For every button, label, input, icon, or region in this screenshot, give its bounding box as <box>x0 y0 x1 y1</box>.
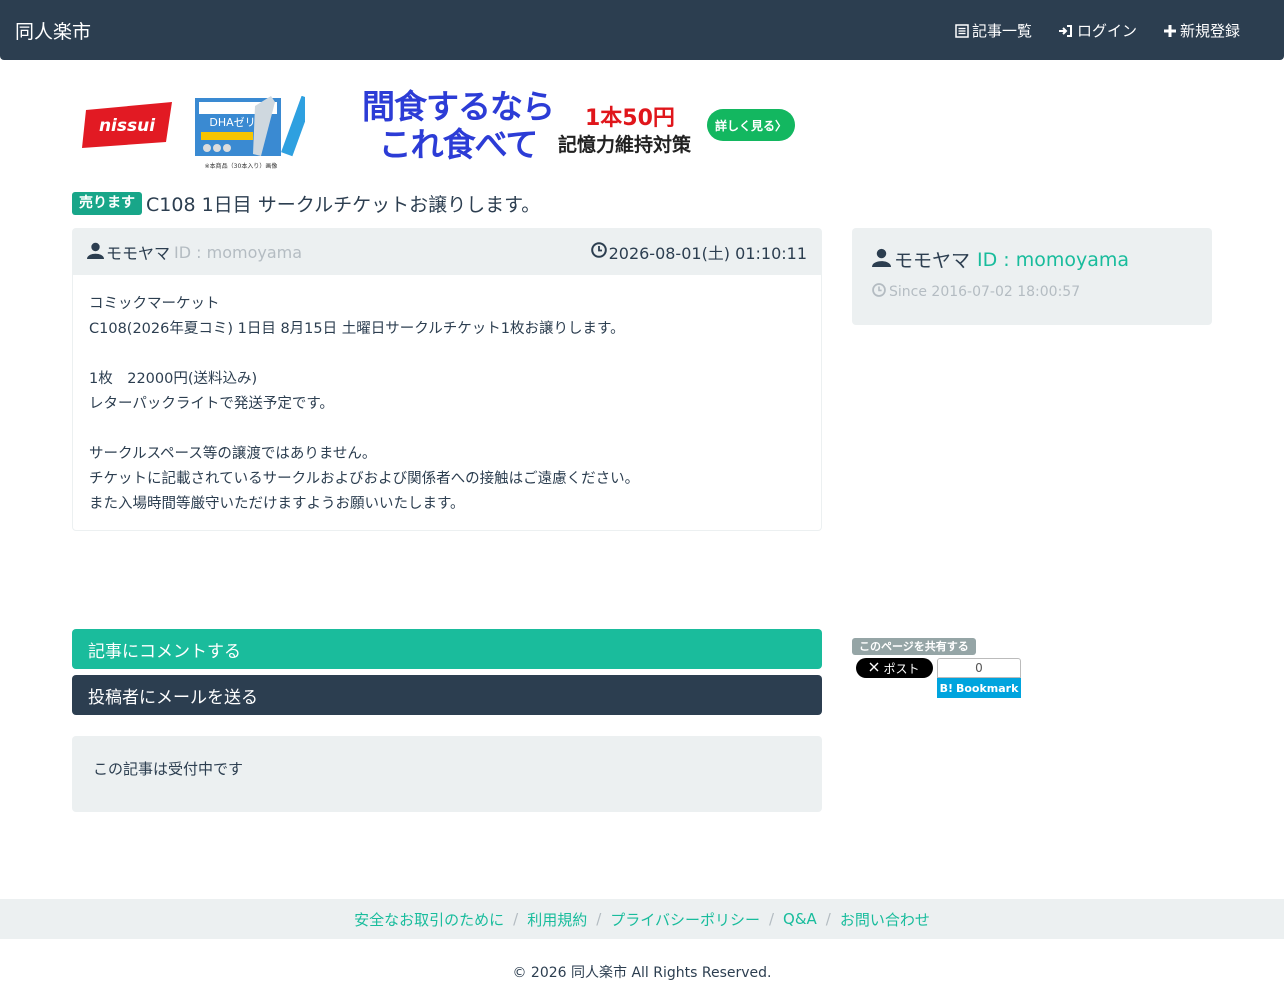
author-profile-card: モモヤマ ID : momoyama Since 2016-07-02 18:0… <box>852 228 1212 325</box>
post-timestamp-text: 2026-08-01(土) 01:10:11 <box>608 244 807 263</box>
post-body-line: コミックマーケット <box>89 296 220 312</box>
hatena-bookmark-button[interactable]: B! Bookmark <box>937 678 1021 698</box>
nissui-logo: nissui <box>80 96 178 152</box>
footer-separator: / <box>596 910 602 928</box>
product-image-note: ※本商品（30本入り）画像 <box>205 162 278 170</box>
hatena-bookmark-widget[interactable]: 0 B! Bookmark <box>937 658 1021 698</box>
post-author-id: ID : momoyama <box>174 242 303 262</box>
x-post-label: ポスト <box>883 661 920 676</box>
mail-author-button[interactable]: 投稿者にメールを送る <box>72 675 822 715</box>
copyright: © 2026 同人楽市 All Rights Reserved. <box>512 965 772 981</box>
post-status: この記事は受付中です <box>72 736 822 812</box>
share-label: このページを共有する <box>852 638 976 655</box>
ad-headline-line2: これ食べて <box>378 125 539 164</box>
post-body-line: サークルスペース等の譲渡ではありません。 <box>89 446 377 462</box>
nav-login[interactable]: ログイン <box>1058 20 1137 41</box>
profile-since-text: Since 2016-07-02 18:00:57 <box>889 284 1081 300</box>
footer-separator: / <box>825 910 831 928</box>
post-body-line: チケットに記載されているサークルおよびおよび関係者への接触はご遠慮ください。 <box>89 471 640 487</box>
profile-id: ID : momoyama <box>977 248 1130 271</box>
post-timestamp: 2026-08-01(土) 01:10:11 <box>590 240 807 264</box>
post-status-text: この記事は受付中です <box>93 760 244 778</box>
footer-separator: / <box>513 910 519 928</box>
hatena-count: 0 <box>937 658 1021 678</box>
footer-link-safety[interactable]: 安全なお取引のために <box>354 909 504 930</box>
nav-links: 記事一覧 ログイン 新規登録 <box>955 20 1240 41</box>
post-title-row: 売ります C108 1日目 サークルチケットお譲りします。 <box>72 190 540 217</box>
hatena-bookmark-label: Bookmark <box>955 681 1019 695</box>
clock-icon <box>872 283 886 301</box>
post-panel-header: モモヤマ ID : momoyama 2026-08-01(土) 01:10:1… <box>73 229 821 275</box>
profile-since: Since 2016-07-02 18:00:57 <box>872 283 1192 301</box>
post-author: モモヤマ ID : momoyama <box>87 240 302 264</box>
post-body-line: 1枚 22000円(送料込み) <box>89 371 258 387</box>
x-logo-icon <box>869 661 879 675</box>
nav-register-label: 新規登録 <box>1179 22 1240 40</box>
clock-icon <box>590 242 607 262</box>
ad-headline-line1: 間食するなら <box>362 87 555 126</box>
ad-tagline: 記憶力維持対策 <box>558 134 692 156</box>
profile-name[interactable]: モモヤマ <box>894 246 970 273</box>
ad-banner[interactable]: nissui DHAゼリー ※本商品（30本入り）画像 間食するなら これ食べて… <box>80 88 800 170</box>
hatena-b-icon: B! <box>939 681 953 695</box>
post-body-line: C108(2026年夏コミ) 1日目 8月15日 土曜日サークルチケット1枚お譲… <box>89 321 625 337</box>
x-post-button[interactable]: ポスト <box>856 658 933 678</box>
post-body-line: レターパックライトで発送予定です。 <box>89 396 334 412</box>
nav-register[interactable]: 新規登録 <box>1163 20 1240 41</box>
footer-link-contact[interactable]: お問い合わせ <box>840 909 930 930</box>
footer-links: 安全なお取引のために / 利用規約 / プライバシーポリシー / Q&A / お… <box>0 899 1284 939</box>
post-title: C108 1日目 サークルチケットお譲りします。 <box>146 194 541 216</box>
ad-details-button[interactable]: 詳しく見る〉 <box>707 109 795 141</box>
sell-badge: 売ります <box>72 192 142 215</box>
login-icon <box>1058 24 1074 38</box>
profile-name-row: モモヤマ ID : momoyama <box>872 246 1192 273</box>
top-navbar: 同人楽市 記事一覧 ログイン 新規登録 <box>0 0 1284 60</box>
user-icon <box>872 248 891 272</box>
product-image: DHAゼリー ※本商品（30本入り）画像 <box>195 95 313 170</box>
nav-article-list[interactable]: 記事一覧 <box>955 20 1032 41</box>
post-body-line: また入場時間等厳守いただけますようお願いいたします。 <box>89 496 465 512</box>
post-author-name[interactable]: モモヤマ <box>106 240 170 264</box>
post-panel: モモヤマ ID : momoyama 2026-08-01(土) 01:10:1… <box>72 228 822 531</box>
comment-button[interactable]: 記事にコメントする <box>72 629 822 669</box>
ad-headline: 間食するなら これ食べて <box>358 88 558 164</box>
footer-separator: / <box>768 910 775 928</box>
site-brand[interactable]: 同人楽市 <box>15 17 91 44</box>
nav-login-label: ログイン <box>1076 22 1137 40</box>
footer-link-terms[interactable]: 利用規約 <box>527 909 587 930</box>
nav-article-list-label: 記事一覧 <box>971 22 1032 40</box>
nissui-logo-text: nissui <box>99 116 156 136</box>
footer-link-privacy[interactable]: プライバシーポリシー <box>610 909 760 930</box>
ad-price: 1本50円 <box>585 106 675 131</box>
user-icon <box>87 242 104 263</box>
post-body: コミックマーケット C108(2026年夏コミ) 1日目 8月15日 土曜日サー… <box>73 275 821 534</box>
plus-icon <box>1163 24 1177 38</box>
footer-link-qa[interactable]: Q&A <box>783 910 817 928</box>
list-icon <box>955 23 969 38</box>
